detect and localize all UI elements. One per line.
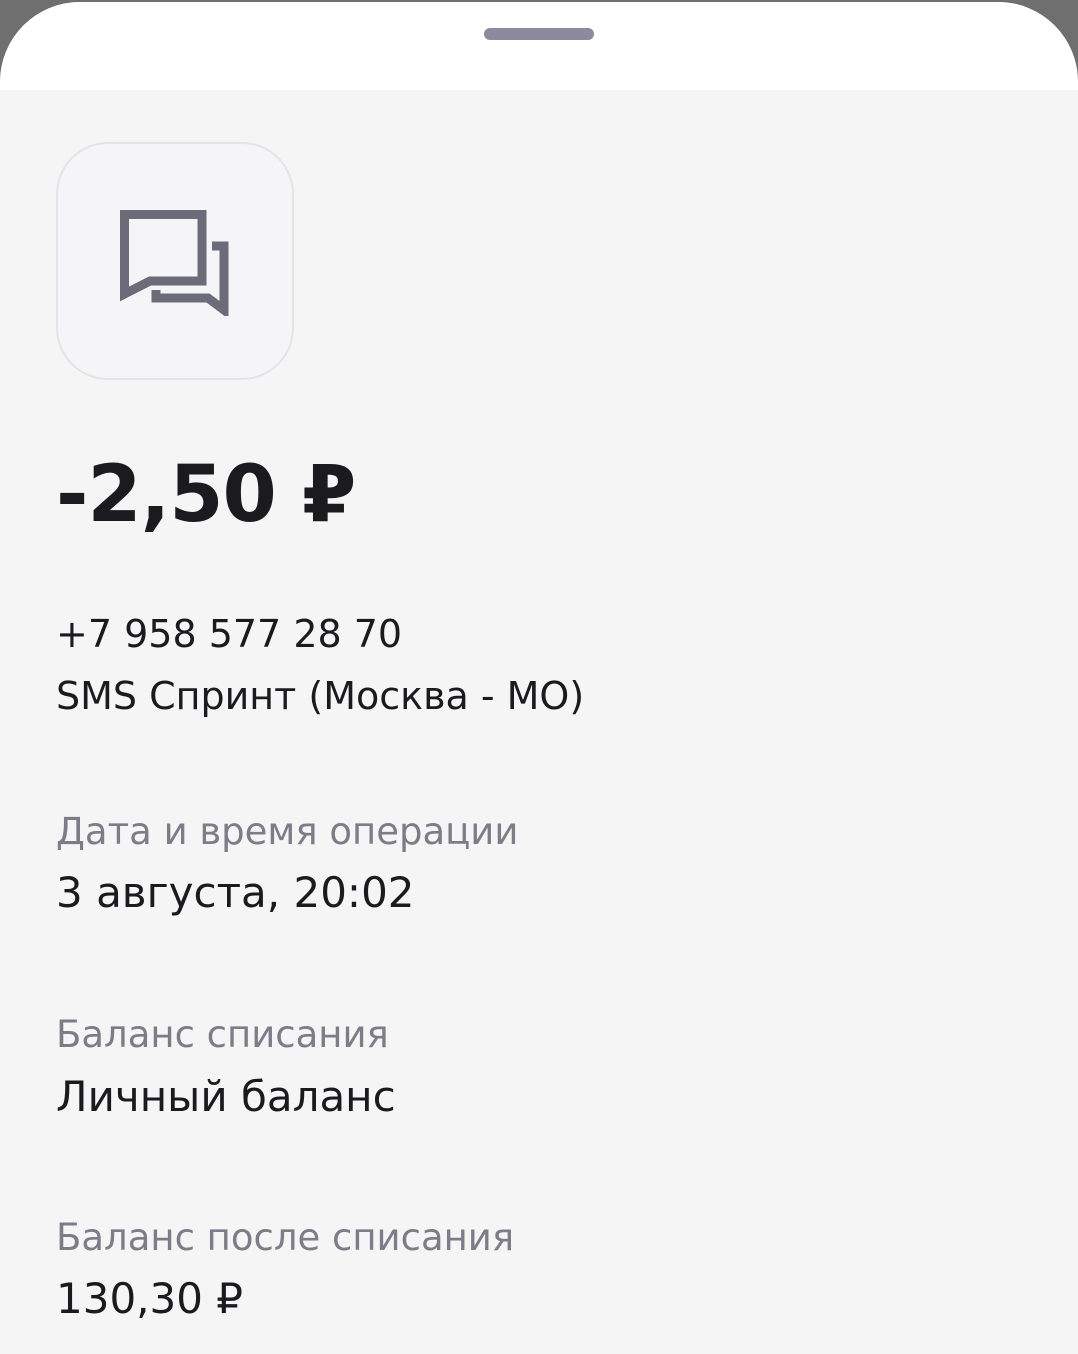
detail-label-balance-after: Баланс после списания [56, 1216, 515, 1259]
detail-label-debit-balance: Баланс списания [56, 1013, 389, 1056]
transaction-sheet: -2,50 ₽ +7 958 577 28 70 SMS Спринт (Мос… [0, 2, 1078, 1354]
sheet-header [0, 2, 1078, 90]
sheet-grabber-handle[interactable] [484, 28, 594, 40]
detail-value-datetime: 3 августа, 20:02 [56, 868, 415, 917]
chat-bubbles-icon [120, 210, 229, 316]
phone-number: +7 958 577 28 70 [56, 612, 403, 656]
detail-value-balance-after: 130,30 ₽ [56, 1274, 244, 1323]
detail-value-debit-balance: Личный баланс [56, 1072, 396, 1121]
detail-label-datetime: Дата и время операции [56, 810, 519, 853]
transaction-category-icon-tile [56, 142, 294, 380]
transaction-amount: -2,50 ₽ [56, 450, 356, 540]
service-name: SMS Спринт (Москва - МО) [56, 674, 585, 718]
